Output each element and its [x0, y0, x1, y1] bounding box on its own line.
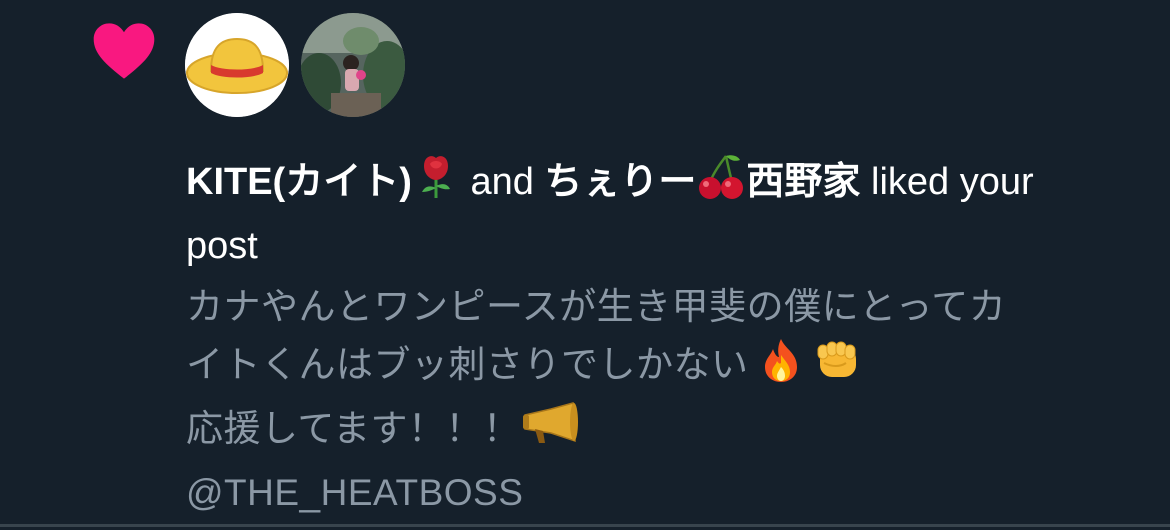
divider [0, 524, 1170, 527]
avatar-kite[interactable] [185, 13, 289, 117]
cherries-emoji [696, 152, 746, 217]
liked-post-preview[interactable]: カナやんとワンピースが生き甲斐の僕にとってカ イトくんはブッ刺さりでしかない 応… [186, 278, 1126, 522]
avatar-group [185, 13, 405, 117]
post-mention[interactable]: @THE_HEATBOSS [186, 464, 1126, 522]
conjunction-text: and [470, 161, 534, 203]
rose-emoji [412, 152, 460, 217]
fist-emoji [814, 337, 862, 400]
post-text-line-1: カナやんとワンピースが生き甲斐の僕にとってカ [186, 286, 1007, 327]
megaphone-emoji [521, 401, 579, 464]
straw-hat-icon [185, 13, 289, 117]
heart-icon [93, 23, 155, 79]
action-text: liked [871, 161, 950, 203]
profile-photo [301, 13, 405, 117]
user-name-kite[interactable]: KITE(カイト) [186, 161, 412, 203]
user-name-cherry[interactable]: ちぇりー [544, 161, 696, 203]
post-text-line-3: 応援してます！！！ [186, 400, 1126, 464]
like-notification[interactable]: KITE(カイト) and ちぇりー 西野家 liked your post カ… [0, 0, 1170, 527]
post-text-line-2: イトくんはブッ刺さりでしかない [186, 336, 1126, 400]
user-name-suffix[interactable]: 西野家 [746, 161, 860, 203]
avatar-cherry[interactable] [301, 13, 405, 117]
notification-headline: KITE(カイト) and ちぇりー 西野家 liked your post [186, 152, 1106, 275]
post-text-line-3-text: 応援してます！！！ [186, 408, 521, 449]
fire-emoji [759, 337, 803, 400]
post-text-line-2-text: イトくんはブッ刺さりでしかない [186, 344, 749, 385]
